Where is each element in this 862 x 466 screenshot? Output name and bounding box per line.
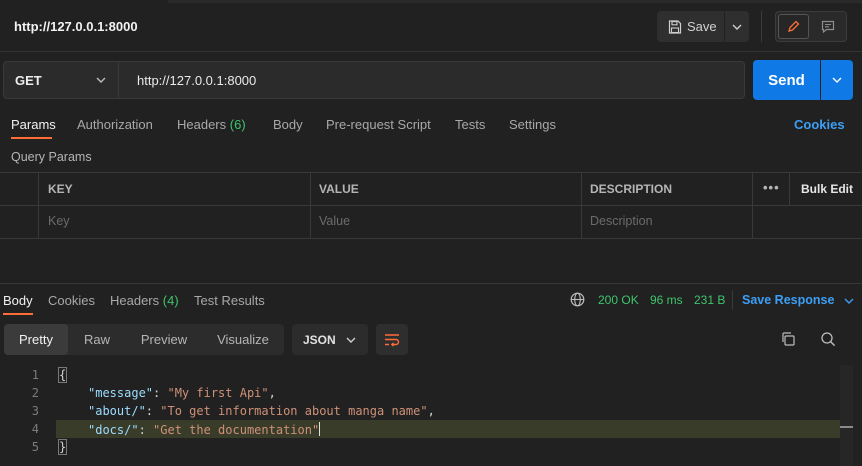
view-visualize-button[interactable]: Visualize (202, 324, 284, 355)
column-header-key: KEY (48, 182, 73, 196)
chevron-down-icon (96, 77, 106, 83)
chevron-down-icon (832, 77, 842, 83)
url-input[interactable] (119, 61, 745, 99)
wrap-icon (385, 333, 400, 347)
more-options-button[interactable]: ••• (763, 180, 780, 195)
headers-count: (6) (229, 117, 246, 132)
chevron-down-icon (346, 337, 356, 343)
save-response-button[interactable]: Save Response (742, 293, 854, 307)
response-tab-cookies[interactable]: Cookies (48, 293, 95, 308)
key-input[interactable]: Key (48, 214, 70, 228)
code-line-3[interactable]: "about/": "To get information about mang… (88, 404, 435, 418)
json-comma: , (427, 404, 435, 418)
json-colon: : (153, 386, 168, 400)
code-line-2[interactable]: "message": "My first Api", (88, 386, 276, 400)
chevron-down-icon (844, 298, 854, 304)
description-input[interactable]: Description (590, 214, 653, 228)
value-input[interactable]: Value (319, 214, 350, 228)
json-value: "Get the documentation" (153, 423, 320, 437)
tab-strip (168, 0, 862, 3)
tab-params[interactable]: Params (11, 117, 56, 132)
save-icon (668, 19, 682, 34)
copy-icon[interactable] (780, 331, 796, 347)
code-line-1[interactable]: { (57, 367, 68, 383)
response-divider (0, 283, 862, 284)
chevron-down-icon (732, 24, 742, 30)
line-number: 3 (31, 404, 39, 418)
wrap-lines-button[interactable] (376, 324, 408, 355)
status-divider (732, 290, 733, 310)
send-button[interactable]: Send (753, 60, 820, 100)
cookies-link[interactable]: Cookies (794, 117, 845, 132)
scrollbar-marker (840, 426, 853, 428)
tab-settings[interactable]: Settings (509, 117, 556, 132)
editor-scrollbar[interactable] (840, 365, 853, 466)
close-brace: } (57, 439, 68, 455)
line-number: 1 (31, 368, 39, 382)
format-value: JSON (303, 332, 336, 347)
response-size: 231 B (694, 293, 726, 307)
bulk-edit-button[interactable]: Bulk Edit (801, 182, 853, 196)
query-params-label: Query Params (11, 150, 92, 164)
save-button[interactable]: Save (657, 11, 724, 42)
tab-body[interactable]: Body (273, 117, 303, 132)
column-header-description: DESCRIPTION (590, 182, 673, 196)
tab-authorization[interactable]: Authorization (77, 117, 153, 132)
edit-mode-button[interactable] (778, 14, 809, 39)
response-tab-test-results[interactable]: Test Results (194, 293, 265, 308)
status-code: 200 OK (598, 293, 639, 307)
column-divider (38, 172, 39, 239)
json-comma: , (268, 386, 276, 400)
response-tab-headers-label: Headers (110, 293, 160, 308)
column-divider (581, 172, 582, 239)
active-response-tab-indicator (3, 313, 33, 315)
json-value: "My first Api" (167, 386, 269, 400)
line-number: 2 (31, 386, 39, 400)
tab-tests[interactable]: Tests (455, 117, 485, 132)
toolbar-divider (761, 11, 762, 42)
text-cursor (319, 422, 321, 436)
active-tab-indicator (11, 137, 52, 139)
json-colon: : (138, 423, 154, 437)
json-colon: : (145, 404, 161, 418)
save-label: Save (687, 19, 717, 34)
send-options-button[interactable] (821, 60, 853, 100)
save-response-label: Save Response (742, 293, 835, 307)
comments-button[interactable] (812, 14, 843, 39)
response-headers-count: (4) (162, 293, 179, 308)
view-raw-button[interactable]: Raw (68, 324, 126, 355)
column-divider (310, 172, 311, 239)
view-preview-button[interactable]: Preview (126, 324, 202, 355)
column-divider (789, 172, 790, 205)
response-time: 96 ms (650, 293, 683, 307)
table-row-divider (0, 205, 862, 206)
code-line-4[interactable]: "docs/": "Get the documentation" (88, 422, 321, 437)
format-select[interactable]: JSON (292, 324, 368, 355)
search-icon[interactable] (820, 331, 836, 347)
code-line-5[interactable]: } (57, 439, 68, 455)
comment-icon (821, 20, 834, 33)
response-tab-body[interactable]: Body (3, 293, 33, 308)
line-number: 5 (31, 440, 39, 454)
save-dropdown-button[interactable] (725, 11, 749, 42)
column-divider (752, 172, 753, 239)
column-header-value: VALUE (319, 182, 359, 196)
line-number: 4 (31, 422, 39, 436)
tab-headers-label: Headers (177, 117, 227, 132)
view-pretty-button[interactable]: Pretty (4, 324, 68, 355)
method-value: GET (15, 72, 42, 88)
tab-pre-request-script[interactable]: Pre-request Script (326, 117, 431, 132)
request-title[interactable]: http://127.0.0.1:8000 (14, 19, 138, 34)
open-brace: { (57, 367, 68, 383)
pencil-icon (788, 20, 800, 32)
json-key: "message" (88, 386, 154, 400)
tab-headers[interactable]: Headers (6) (177, 117, 246, 132)
method-select[interactable]: GET (3, 61, 119, 99)
response-tab-headers[interactable]: Headers (4) (110, 293, 179, 308)
globe-icon[interactable] (570, 292, 585, 307)
json-value: "To get information about manga name" (160, 404, 428, 418)
json-key: "about/" (88, 404, 146, 418)
json-key: "docs/" (88, 423, 139, 437)
